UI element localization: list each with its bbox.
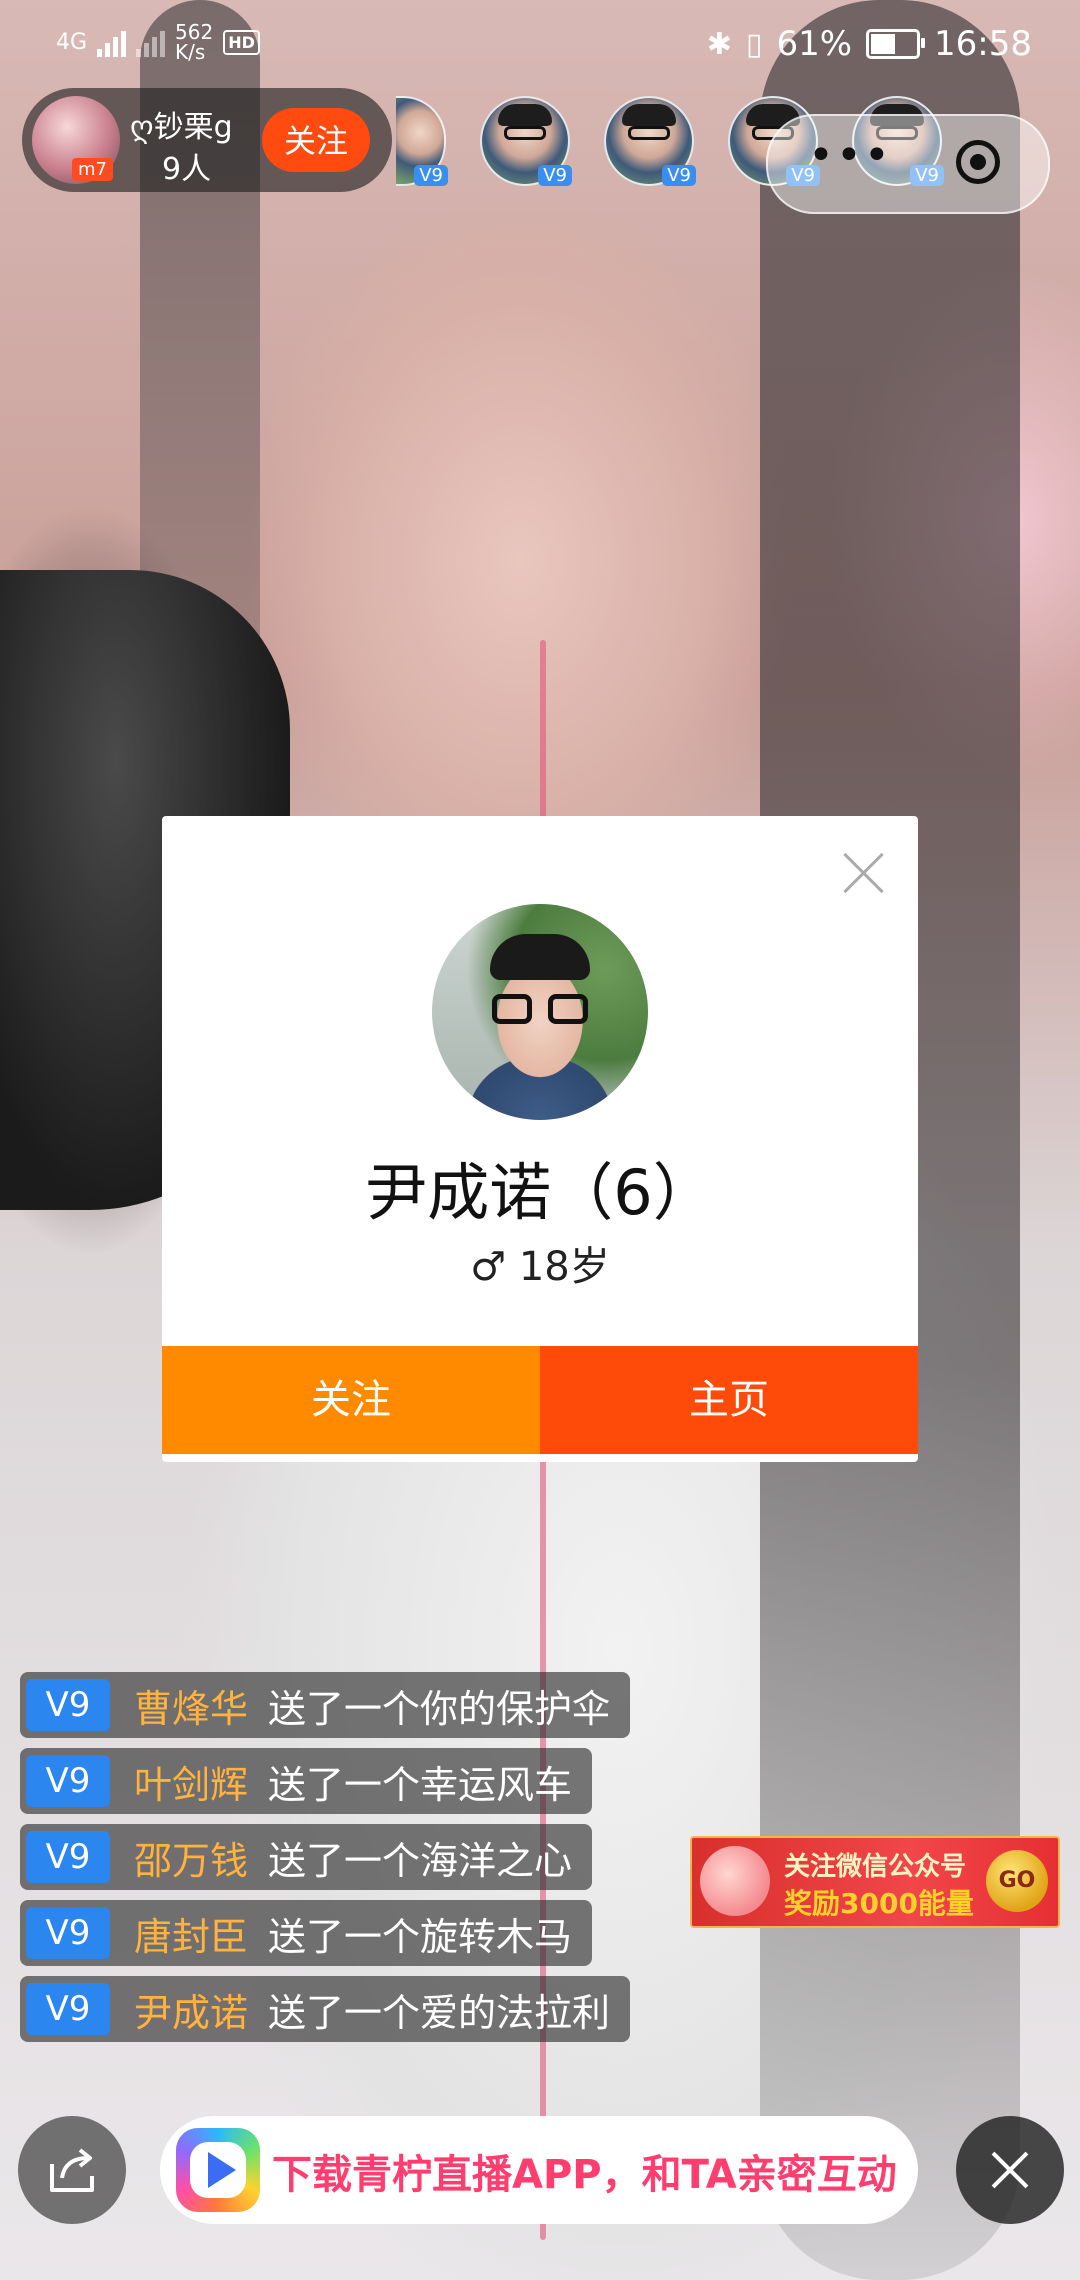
viewer-avatar[interactable]: V9: [480, 96, 572, 186]
gender-male-icon: ♂: [470, 1244, 507, 1290]
message-username[interactable]: 邵万钱: [134, 1830, 248, 1885]
close-miniprogram-icon[interactable]: [956, 140, 1000, 184]
gift-message: V9 尹成诺 送了一个爱的法拉利: [20, 1976, 631, 2042]
gift-message: V9 曹烽华 送了一个你的保护伞: [20, 1672, 631, 1738]
promo-line-2: 奖励3000能量: [784, 1887, 974, 1920]
status-bar: 4G 562 K/s HD ✱ ▯ 61% 16:58: [0, 0, 1080, 90]
download-app-bar[interactable]: 下载青柠直播APP，和TA亲密互动: [160, 2116, 918, 2224]
message-username[interactable]: 唐封臣: [134, 1906, 248, 1961]
battery-percent: 61%: [776, 24, 853, 64]
close-icon[interactable]: [838, 846, 888, 896]
host-level-badge: m7: [72, 158, 113, 181]
clock: 16:58: [934, 24, 1032, 64]
avatar-hair: [490, 934, 590, 980]
status-right: ✱ ▯ 61% 16:58: [707, 24, 1032, 64]
viewer-level-badge: V9: [662, 165, 696, 186]
viewer-hair: [498, 104, 552, 126]
viewer-avatar[interactable]: V9: [396, 96, 448, 186]
host-viewer-count: 9人: [162, 152, 212, 187]
user-level-badge: V9: [26, 1907, 110, 1959]
message-text: 送了一个旋转木马: [268, 1914, 573, 1959]
app-logo-icon: [176, 2128, 260, 2212]
gift-message-list: V9 曹烽华 送了一个你的保护伞 V9 叶剑辉 送了一个幸运风车 V9 邵万钱 …: [20, 1672, 631, 2042]
miniprogram-capsule: •••: [766, 114, 1050, 214]
user-level-badge: V9: [26, 1755, 110, 1807]
message-text: 送了一个海洋之心: [268, 1838, 573, 1883]
promo-line-1: 关注微信公众号: [784, 1852, 967, 1882]
vibrate-icon: ▯: [745, 26, 763, 62]
download-app-text: 下载青柠直播APP，和TA亲密互动: [272, 2152, 897, 2198]
network-type: 4G: [56, 29, 88, 55]
message-text: 送了一个你的保护伞: [268, 1686, 611, 1731]
user-level-badge: V9: [26, 1679, 110, 1731]
battery-level: [871, 34, 896, 54]
profile-follow-button[interactable]: 关注: [162, 1346, 540, 1454]
avatar-glasses: [492, 994, 588, 1024]
share-icon: [50, 2148, 94, 2192]
profile-name: 尹成诺（6）: [365, 1156, 715, 1229]
signal-2-icon: [136, 27, 166, 57]
net-speed-unit: K/s: [175, 40, 206, 64]
status-left: 4G 562 K/s HD: [56, 22, 260, 62]
host-name: ღ钞栗ց: [130, 110, 233, 145]
viewer-glasses: [504, 126, 546, 140]
profile-avatar: [432, 904, 648, 1120]
battery-icon: [866, 29, 926, 59]
message-username[interactable]: 尹成诺: [134, 1982, 248, 2037]
promo-go-button[interactable]: GO: [986, 1850, 1048, 1912]
close-live-button[interactable]: [956, 2116, 1064, 2224]
viewer-avatar[interactable]: V9: [604, 96, 696, 186]
bluetooth-icon: ✱: [706, 26, 732, 62]
message-username[interactable]: 曹烽华: [134, 1678, 248, 1733]
signal-icon: [97, 27, 127, 57]
profile-info: ♂ 18岁: [162, 1234, 918, 1292]
gift-message: V9 邵万钱 送了一个海洋之心: [20, 1824, 593, 1890]
profile-home-button[interactable]: 主页: [540, 1346, 918, 1454]
message-text: 送了一个爱的法拉利: [268, 1990, 611, 2035]
profile-actions: 关注 主页: [162, 1346, 918, 1454]
viewer-glasses: [628, 126, 670, 140]
viewer-hair: [622, 104, 676, 126]
user-profile-card: 尹成诺（6） ♂ 18岁 关注 主页: [162, 816, 918, 1462]
host-info-pill[interactable]: m7 ღ钞栗ց 9人 关注: [22, 88, 392, 192]
pig-mascot-icon: [700, 1846, 770, 1916]
more-icon[interactable]: •••: [808, 130, 892, 181]
message-text: 送了一个幸运风车: [268, 1762, 573, 1807]
share-button[interactable]: [18, 2116, 126, 2224]
wechat-follow-banner[interactable]: 关注微信公众号 奖励3000能量 GO: [690, 1836, 1060, 1928]
net-speed: 562 K/s: [175, 22, 213, 62]
hd-icon: HD: [223, 29, 260, 55]
user-level-badge: V9: [26, 1983, 110, 2035]
profile-age: 18岁: [518, 1244, 610, 1290]
host-follow-button[interactable]: 关注: [262, 108, 370, 172]
viewer-level-badge: V9: [538, 165, 572, 186]
gift-message: V9 唐封臣 送了一个旋转木马: [20, 1900, 593, 1966]
gift-message: V9 叶剑辉 送了一个幸运风车: [20, 1748, 593, 1814]
viewer-level-badge: V9: [414, 165, 448, 186]
user-level-badge: V9: [26, 1831, 110, 1883]
message-username[interactable]: 叶剑辉: [134, 1754, 248, 1809]
